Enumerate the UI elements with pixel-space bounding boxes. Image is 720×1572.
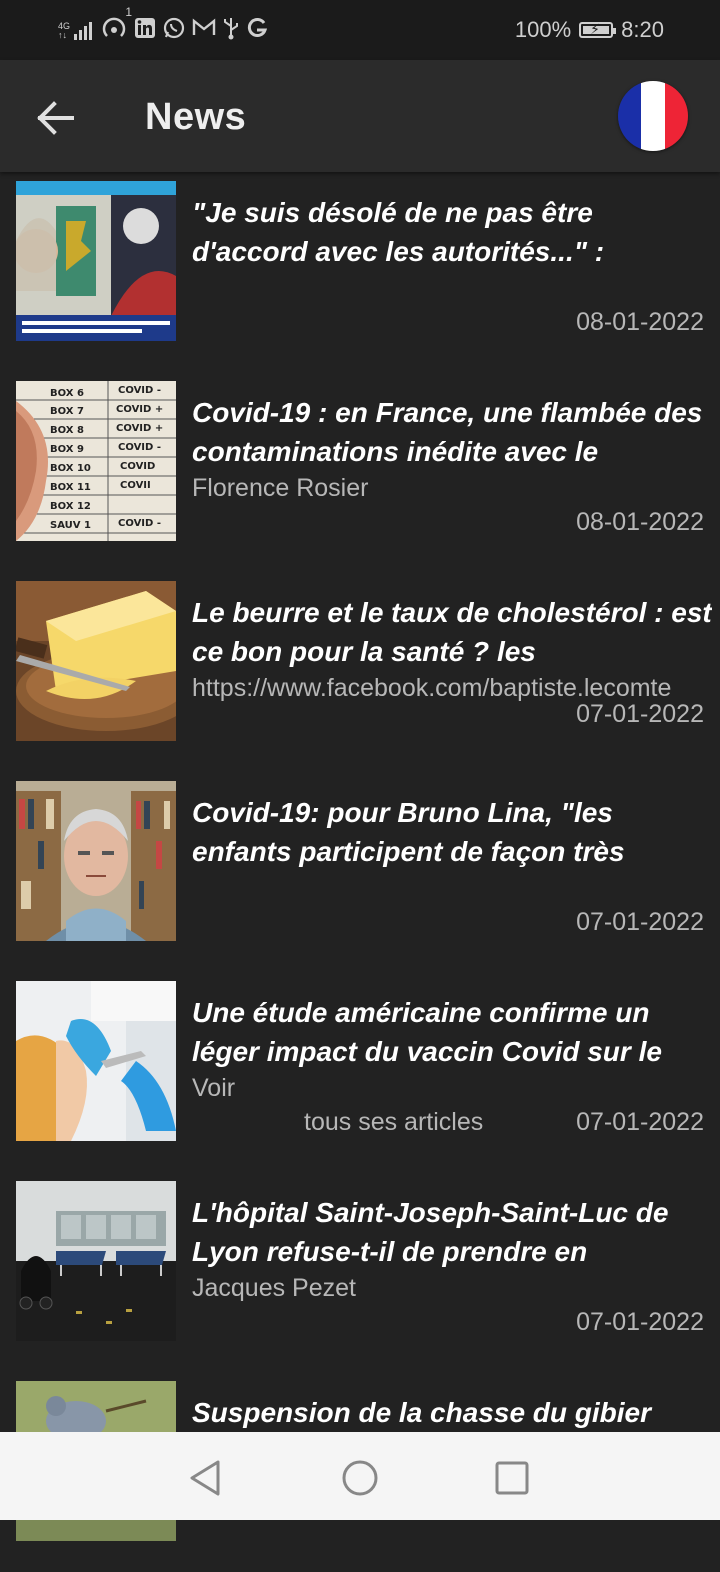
svg-text:COVID -: COVID - <box>118 442 161 453</box>
status-bar: 4G ↑↓ 1 100% ⚡ 8:20 <box>0 0 720 60</box>
battery-percent: 100% <box>514 17 572 42</box>
article-thumbnail: BOX 6 COVID - BOX 7 COVID + BOX 8 COVID + B… <box>16 381 176 541</box>
svg-text:BOX 9: BOX 9 <box>50 444 84 455</box>
article-thumbnail <box>16 781 176 941</box>
article-headline: "Je suis désolé de ne pas être d'accord … <box>192 197 605 267</box>
nav-back-icon <box>190 1460 220 1496</box>
hotspot-icon: 1 <box>102 6 132 45</box>
article-author: Florence Rosier <box>192 474 369 502</box>
svg-text:BOX 6: BOX 6 <box>50 388 84 399</box>
article-headline: Covid-19 : en France, une flambée des co… <box>192 397 703 467</box>
list-item[interactable]: "Je suis désolé de ne pas être d'accord … <box>0 172 720 372</box>
signal-icon: 4G ↑↓ <box>58 20 96 40</box>
svg-text:COVID -: COVID - <box>118 385 161 396</box>
back-button[interactable] <box>32 96 80 140</box>
whatsapp-icon <box>162 16 186 45</box>
language-flag-button[interactable] <box>618 81 688 151</box>
article-date: 07-01-2022 <box>576 1308 704 1336</box>
article-date: 08-01-2022 <box>576 508 704 536</box>
article-author[interactable]: Voir <box>192 1074 235 1103</box>
system-nav-bar <box>0 1432 720 1520</box>
list-item[interactable]: Le beurre et le taux de cholestérol : es… <box>0 572 720 772</box>
article-thumbnail <box>16 1181 176 1341</box>
clock: 8:20 <box>621 17 664 42</box>
nav-recents-icon <box>495 1461 529 1495</box>
svg-text:COVII: COVII <box>120 480 151 491</box>
list-item[interactable]: Une étude américaine confirme un léger i… <box>0 972 720 1172</box>
article-headline: L'hôpital Saint-Joseph-Saint-Luc de Lyon… <box>192 1197 669 1267</box>
google-icon <box>246 17 268 44</box>
svg-text:BOX 7: BOX 7 <box>50 406 84 417</box>
linkedin-icon <box>134 17 156 44</box>
svg-text:COVID -: COVID - <box>118 518 161 529</box>
page-title: News <box>145 96 247 138</box>
article-thumbnail <box>16 581 176 741</box>
app-bar: News <box>0 60 720 172</box>
status-icons: 4G ↑↓ 1 <box>58 6 268 45</box>
svg-text:BOX 8: BOX 8 <box>50 425 84 436</box>
article-date: 07-01-2022 <box>576 700 704 728</box>
list-item[interactable]: Covid-19: pour Bruno Lina, "les enfants … <box>0 772 720 972</box>
article-headline: Une étude américaine confirme un léger i… <box>192 997 662 1067</box>
battery-icon: ⚡ <box>579 21 617 38</box>
nav-recents-button[interactable] <box>492 1458 532 1498</box>
nav-home-button[interactable] <box>340 1458 380 1498</box>
article-date: 07-01-2022 <box>576 908 704 936</box>
list-item[interactable]: BOX 6 COVID - BOX 7 COVID + BOX 8 COVID + B… <box>0 372 720 572</box>
notif-count: 1 <box>125 4 133 19</box>
article-headline: Le beurre et le taux de cholestérol : es… <box>192 597 712 667</box>
article-author-more[interactable]: tous ses articles <box>304 1108 483 1137</box>
article-author[interactable]: https://www.facebook.com/baptiste.lecomt… <box>192 674 720 703</box>
svg-text:COVID +: COVID + <box>116 404 163 415</box>
svg-text:BOX 11: BOX 11 <box>50 482 91 493</box>
svg-text:BOX 10: BOX 10 <box>50 463 91 474</box>
svg-text:COVID: COVID <box>120 461 155 472</box>
article-thumbnail <box>16 181 176 341</box>
article-author: Jacques Pezet <box>192 1274 356 1302</box>
gmail-icon <box>192 18 216 43</box>
arrow-left-icon <box>37 101 74 135</box>
france-flag-icon <box>618 81 642 151</box>
nav-back-button[interactable] <box>186 1458 226 1498</box>
svg-text:COVID +: COVID + <box>116 423 163 434</box>
status-right: 100% ⚡ 8:20 <box>515 16 664 44</box>
article-date: 07-01-2022 <box>576 1108 704 1136</box>
list-item[interactable]: L'hôpital Saint-Joseph-Saint-Luc de Lyon… <box>0 1172 720 1372</box>
usb-icon <box>222 16 240 45</box>
article-date: 08-01-2022 <box>576 308 704 336</box>
svg-text:SAUV 1: SAUV 1 <box>50 520 91 531</box>
article-thumbnail <box>16 981 176 1141</box>
nav-home-icon <box>342 1460 378 1496</box>
article-headline: Covid-19: pour Bruno Lina, "les enfants … <box>192 797 625 867</box>
svg-text:BOX 12: BOX 12 <box>50 501 91 512</box>
